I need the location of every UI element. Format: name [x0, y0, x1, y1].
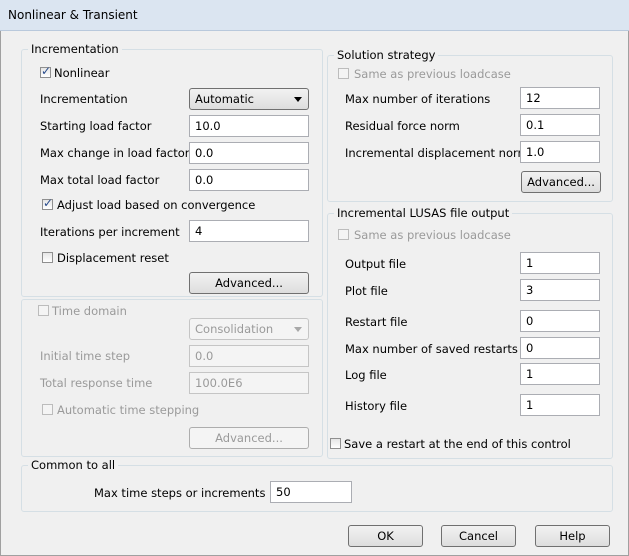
window-title: Nonlinear & Transient — [8, 8, 138, 22]
save-restart-label[interactable]: Save a restart at the end of this contro… — [344, 437, 571, 451]
adjust-load-checkbox[interactable] — [42, 196, 53, 210]
ok-button[interactable]: OK — [348, 525, 423, 547]
solution-same-as-previous-label[interactable]: Same as previous loadcase — [354, 67, 511, 81]
output-same-as-previous-checkbox[interactable] — [338, 229, 349, 240]
solution-strategy-group-title: Solution strategy — [334, 48, 439, 62]
incrementation-dropdown[interactable]: Automatic — [189, 88, 309, 110]
save-restart-checkbox[interactable] — [330, 438, 341, 449]
max-saved-restarts-input[interactable]: 0 — [520, 337, 600, 359]
max-total-load-factor-label: Max total load factor — [40, 173, 160, 187]
displacement-reset-label[interactable]: Displacement reset — [57, 251, 169, 265]
restart-file-input[interactable]: 0 — [520, 310, 600, 332]
iterations-per-increment-input[interactable]: 4 — [189, 220, 309, 242]
residual-force-norm-input[interactable]: 0.1 — [520, 114, 600, 136]
residual-force-norm-label: Residual force norm — [345, 119, 460, 133]
solution-same-as-previous-checkbox[interactable] — [338, 68, 349, 79]
max-change-load-factor-label: Max change in load factor — [40, 146, 190, 160]
output-file-input[interactable]: 1 — [520, 252, 600, 274]
time-domain-type-value: Consolidation — [195, 322, 274, 336]
restart-file-label: Restart file — [345, 315, 408, 329]
total-response-time-input[interactable]: 100.0E6 — [189, 372, 309, 394]
log-file-label: Log file — [345, 368, 387, 382]
max-time-steps-input[interactable]: 50 — [270, 481, 352, 503]
total-response-time-label: Total response time — [40, 376, 153, 390]
incremental-displacement-norm-input[interactable]: 1.0 — [520, 141, 600, 163]
max-time-steps-label: Max time steps or increments — [94, 486, 266, 500]
time-domain-checkbox[interactable] — [38, 305, 49, 316]
initial-time-step-label: Initial time step — [40, 349, 130, 363]
incrementation-advanced-button[interactable]: Advanced... — [189, 272, 309, 294]
max-iterations-label: Max number of iterations — [345, 92, 491, 106]
dialog-client: Incrementation Nonlinear Incrementation … — [0, 31, 629, 556]
time-domain-label[interactable]: Time domain — [52, 304, 127, 318]
max-total-load-factor-input[interactable]: 0.0 — [189, 169, 309, 191]
max-saved-restarts-label: Max number of saved restarts — [345, 342, 518, 356]
nonlinear-checkbox[interactable] — [40, 64, 51, 78]
automatic-time-stepping-label[interactable]: Automatic time stepping — [57, 403, 199, 417]
initial-time-step-input[interactable]: 0.0 — [189, 345, 309, 367]
lusas-output-group: Incremental LUSAS file output — [327, 206, 613, 459]
solution-advanced-button[interactable]: Advanced... — [521, 171, 601, 193]
chevron-down-icon — [294, 97, 302, 102]
output-same-as-previous-label[interactable]: Same as previous loadcase — [354, 228, 511, 242]
max-iterations-input[interactable]: 12 — [520, 87, 600, 109]
starting-load-factor-input[interactable]: 10.0 — [189, 115, 309, 137]
incrementation-group-title: Incrementation — [28, 42, 122, 56]
cancel-button[interactable]: Cancel — [441, 525, 516, 547]
chevron-down-icon — [294, 327, 302, 332]
incrementation-dropdown-value: Automatic — [195, 92, 254, 106]
history-file-input[interactable]: 1 — [520, 394, 600, 416]
starting-load-factor-label: Starting load factor — [40, 119, 152, 133]
time-domain-advanced-button[interactable]: Advanced... — [189, 427, 309, 449]
max-change-load-factor-input[interactable]: 0.0 — [189, 142, 309, 164]
log-file-input[interactable]: 1 — [520, 363, 600, 385]
adjust-load-label[interactable]: Adjust load based on convergence — [57, 198, 255, 212]
nonlinear-label[interactable]: Nonlinear — [54, 66, 109, 80]
plot-file-input[interactable]: 3 — [520, 279, 600, 301]
history-file-label: History file — [345, 399, 408, 413]
time-domain-type-dropdown[interactable]: Consolidation — [189, 318, 309, 340]
automatic-time-stepping-checkbox[interactable] — [42, 404, 53, 415]
iterations-per-increment-label: Iterations per increment — [40, 225, 180, 239]
lusas-output-group-title: Incremental LUSAS file output — [334, 206, 513, 220]
common-group-title: Common to all — [28, 458, 119, 472]
incremental-displacement-norm-label: Incremental displacement norm — [345, 146, 529, 160]
title-bar: Nonlinear & Transient — [0, 0, 629, 31]
plot-file-label: Plot file — [345, 284, 388, 298]
output-file-label: Output file — [345, 257, 407, 271]
help-button[interactable]: Help — [535, 525, 610, 547]
incrementation-label: Incrementation — [40, 92, 128, 106]
displacement-reset-checkbox[interactable] — [42, 252, 53, 263]
